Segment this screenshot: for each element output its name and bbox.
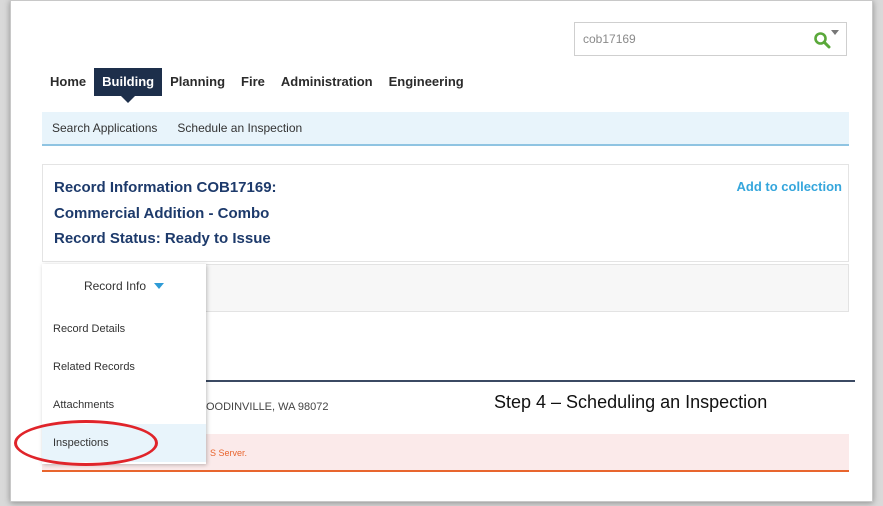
main-nav: Home Building Planning Fire Administrati… — [42, 66, 472, 103]
caret-down-icon — [154, 283, 165, 289]
nav-item-engineering[interactable]: Engineering — [381, 68, 472, 96]
record-status: Record Status: Ready to Issue — [54, 230, 271, 247]
menu-item-inspections[interactable]: Inspections — [42, 424, 206, 462]
nav-item-building[interactable]: Building — [94, 68, 163, 103]
subnav-schedule-inspection[interactable]: Schedule an Inspection — [167, 121, 312, 135]
sub-nav: Search Applications Schedule an Inspecti… — [42, 112, 849, 146]
record-info-dropdown: Record Info Record Details Related Recor… — [42, 264, 206, 464]
global-search[interactable] — [574, 22, 847, 56]
record-info-dropdown-toggle[interactable]: Record Info — [42, 264, 206, 308]
record-info-title: Record Information COB17169: — [54, 179, 277, 196]
record-info-card: Record Information COB17169: Commercial … — [42, 164, 849, 262]
alert-text: S Server. — [210, 448, 248, 458]
nav-item-home[interactable]: Home — [42, 68, 94, 96]
section-divider — [206, 380, 855, 382]
chevron-down-icon[interactable] — [831, 29, 839, 37]
nav-item-administration[interactable]: Administration — [273, 68, 381, 96]
search-input[interactable] — [583, 29, 803, 49]
menu-item-related-records[interactable]: Related Records — [42, 348, 206, 386]
menu-item-attachments[interactable]: Attachments — [42, 386, 206, 424]
dropdown-header-label: Record Info — [83, 279, 147, 293]
step-caption: Step 4 – Scheduling an Inspection — [494, 392, 768, 412]
nav-item-planning[interactable]: Planning — [162, 68, 233, 96]
subnav-search-applications[interactable]: Search Applications — [42, 121, 167, 135]
menu-item-record-details[interactable]: Record Details — [42, 310, 206, 348]
add-to-collection-link[interactable]: Add to collection — [737, 179, 842, 194]
record-type: Commercial Addition - Combo — [54, 205, 270, 222]
record-address: OODINVILLE, WA 98072 — [206, 401, 329, 413]
search-icon[interactable] — [813, 31, 831, 49]
nav-item-fire[interactable]: Fire — [233, 68, 273, 96]
